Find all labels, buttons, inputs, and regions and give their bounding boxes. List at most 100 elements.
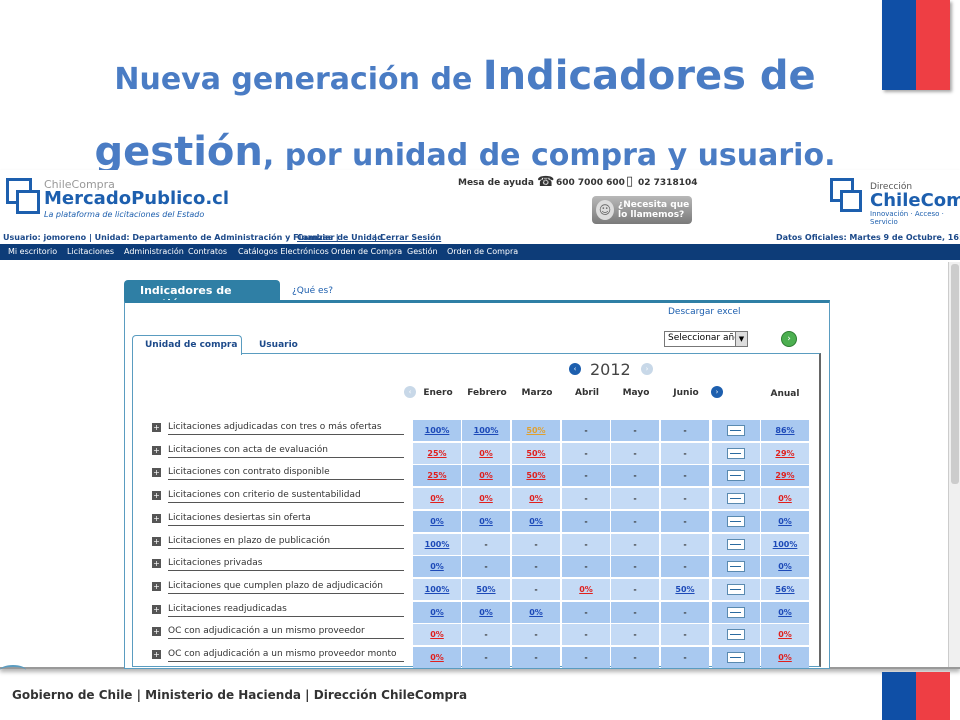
nav-item-orden-compra[interactable]: Orden de Compra [331,247,402,256]
chart-cell[interactable] [712,624,760,646]
expand-plus-icon[interactable]: + [152,581,161,591]
line-chart-icon[interactable] [727,447,745,459]
annual-cell[interactable]: 0% [761,647,809,668]
indicator-cell[interactable]: 0% [462,442,510,464]
annual-cell[interactable]: 29% [761,442,809,464]
next-months-icon[interactable]: › [711,386,723,398]
nav-item-catalogos[interactable]: Catálogos Electrónicos [238,247,329,256]
indicator-cell[interactable]: 50% [512,420,560,441]
indicator-cell[interactable]: 25% [413,442,461,464]
expand-plus-icon[interactable]: + [152,513,161,523]
line-chart-icon[interactable] [727,493,745,505]
line-chart-icon[interactable] [727,515,745,527]
annual-cell[interactable]: 0% [761,601,809,623]
expand-plus-icon[interactable]: + [152,445,161,455]
line-chart-icon[interactable] [727,606,745,618]
annual-cell[interactable]: 29% [761,465,809,487]
chart-cell[interactable] [712,420,760,441]
month-header: Mayo [622,388,650,398]
next-year-icon[interactable]: › [641,363,653,375]
expand-plus-icon[interactable]: + [152,536,161,546]
call-me-button[interactable]: ☺ ¿Necesita que lo llamemos? [592,196,692,224]
line-chart-icon[interactable] [727,583,745,595]
indicator-cell[interactable]: 0% [413,510,461,532]
what-is-link[interactable]: ¿Qué es? [292,286,333,296]
mercadopublico-logo-icon[interactable] [6,178,40,216]
chart-cell[interactable] [712,601,760,623]
indicator-cell[interactable]: 100% [413,533,461,555]
mp-brand[interactable]: MercadoPublico.cl [44,188,229,209]
indicator-cell[interactable]: 0% [462,465,510,487]
indicator-cell[interactable]: 50% [462,578,510,600]
go-arrow-icon[interactable]: › [781,331,797,347]
indicator-cell[interactable]: 100% [413,420,461,441]
line-chart-icon[interactable] [727,561,745,573]
chart-cell[interactable] [712,442,760,464]
download-excel-link[interactable]: Descargar excel [668,307,740,317]
chart-cell[interactable] [712,578,760,600]
official-date: Datos Oficiales: Martes 9 de Octubre, 16… [776,233,960,242]
indicator-cell[interactable]: 25% [413,465,461,487]
annual-cell[interactable]: 100% [761,533,809,555]
indicators-tab[interactable]: Indicadores de gestión [124,280,280,310]
indicator-cell[interactable]: 0% [462,488,510,510]
nav-item-gestion[interactable]: Gestión [407,247,438,256]
line-chart-icon[interactable] [727,652,745,663]
chart-cell[interactable] [712,465,760,487]
nav-item-orden-compra-2[interactable]: Orden de Compra [447,247,518,256]
nav-item-licitaciones[interactable]: Licitaciones [67,247,114,256]
indicator-cell[interactable]: 0% [413,601,461,623]
line-chart-icon[interactable] [727,425,745,436]
expand-plus-icon[interactable]: + [152,468,161,478]
indicator-cell: - [661,510,709,532]
indicator-cell[interactable]: 0% [413,624,461,646]
line-chart-icon[interactable] [727,470,745,482]
line-chart-icon[interactable] [727,629,745,641]
indicator-cell[interactable]: 50% [661,578,709,600]
chart-cell[interactable] [712,533,760,555]
cc-brand[interactable]: ChileCompra [870,190,960,211]
nav-item-administracion[interactable]: Administración [124,247,184,256]
expand-plus-icon[interactable]: + [152,627,161,637]
prev-year-icon[interactable]: ‹ [569,363,581,375]
indicator-cell[interactable]: 0% [413,556,461,578]
expand-plus-icon[interactable]: + [152,604,161,614]
indicator-cell: - [611,647,659,668]
indicator-cell[interactable]: 0% [462,510,510,532]
expand-plus-icon[interactable]: + [152,491,161,501]
tab-unidad-compra[interactable]: Unidad de compra [132,335,242,355]
page-scrollbar[interactable] [948,262,960,667]
annual-cell[interactable]: 0% [761,624,809,646]
indicator-cell[interactable]: 100% [462,420,510,441]
chilecompra-logo-icon[interactable] [830,178,866,216]
chart-cell[interactable] [712,488,760,510]
indicator-cell[interactable]: 0% [413,647,461,668]
annual-cell[interactable]: 56% [761,578,809,600]
nav-item-mi-escritorio[interactable]: Mi escritorio [8,247,57,256]
indicator-cell[interactable]: 0% [512,510,560,532]
annual-cell[interactable]: 0% [761,488,809,510]
annual-cell[interactable]: 0% [761,556,809,578]
chart-cell[interactable] [712,510,760,532]
expand-plus-icon[interactable]: + [152,559,161,569]
tab-usuario[interactable]: Usuario [259,340,298,350]
annual-cell[interactable]: 86% [761,420,809,441]
chart-cell[interactable] [712,556,760,578]
indicator-cell[interactable]: 0% [512,488,560,510]
annual-cell[interactable]: 0% [761,510,809,532]
indicator-cell[interactable]: 100% [413,578,461,600]
nav-item-contratos[interactable]: Contratos [188,247,227,256]
indicator-cell[interactable]: 50% [512,442,560,464]
line-chart-icon[interactable] [727,538,745,550]
indicator-cell[interactable]: 0% [562,578,610,600]
indicator-cell[interactable]: 0% [413,488,461,510]
logout-link[interactable]: Cerrar Sesión [380,233,441,242]
expand-plus-icon[interactable]: + [152,650,161,659]
chart-cell[interactable] [712,647,760,668]
indicator-cell[interactable]: 0% [462,601,510,623]
indicator-cell[interactable]: 0% [512,601,560,623]
expand-plus-icon[interactable]: + [152,423,161,432]
indicator-cell[interactable]: 50% [512,465,560,487]
year-select[interactable]: Seleccionar año ▼ [664,331,748,347]
change-unit-link[interactable]: Cambiar de Unidad [297,233,383,242]
